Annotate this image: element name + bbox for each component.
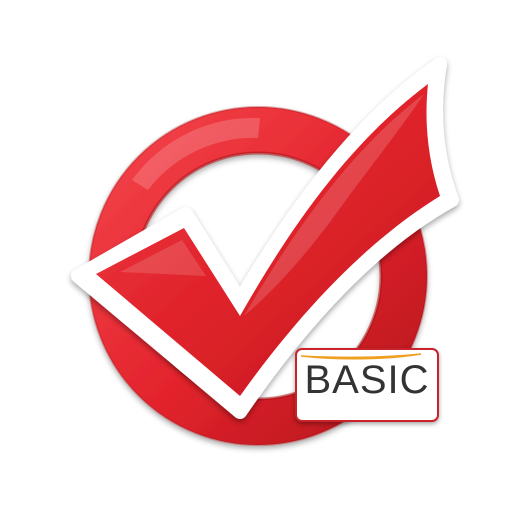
orange-swoosh-icon: [300, 353, 422, 360]
basic-badge: BASIC: [295, 348, 439, 422]
basic-checkmark-app-icon: BASIC: [0, 0, 512, 512]
checkmark-circle-icon: [71, 57, 459, 446]
badge-label: BASIC: [304, 358, 430, 402]
